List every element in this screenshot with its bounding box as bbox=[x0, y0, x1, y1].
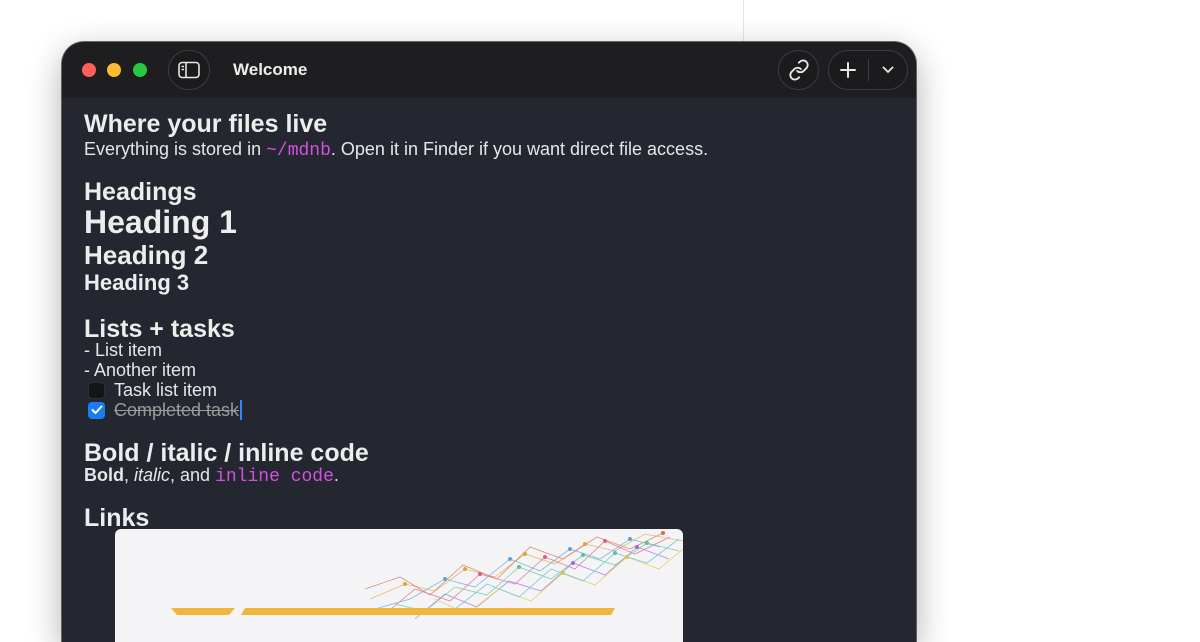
plus-icon bbox=[840, 62, 857, 78]
task-item-completed: Completed task bbox=[84, 400, 243, 420]
task-item: Task list item bbox=[84, 380, 217, 400]
inline-code-text: inline code bbox=[215, 467, 334, 487]
list-item: - List item bbox=[84, 340, 163, 360]
files-path-code: ~/mdnb bbox=[266, 141, 331, 161]
format-period: . bbox=[333, 465, 339, 485]
task-checkbox[interactable] bbox=[88, 381, 105, 399]
format-paragraph: Bold, italic, and inline code. bbox=[84, 465, 339, 487]
task-label: Task list item bbox=[114, 380, 218, 400]
sidebar-toggle-button[interactable] bbox=[168, 50, 210, 90]
title-bar: Welcome bbox=[62, 42, 916, 98]
new-note-button[interactable] bbox=[829, 51, 868, 89]
window-title: Welcome bbox=[233, 60, 308, 79]
format-separator: , bbox=[124, 465, 135, 485]
task-label-completed: Completed task bbox=[114, 400, 240, 420]
headings-heading: Headings bbox=[84, 178, 197, 206]
bold-text: Bold bbox=[84, 465, 124, 485]
files-text: Everything is stored in bbox=[84, 139, 267, 159]
link-preview-image[interactable] bbox=[115, 529, 683, 642]
new-note-button-group bbox=[828, 50, 908, 90]
minimize-window-button[interactable] bbox=[107, 63, 121, 77]
heading-3-sample: Heading 3 bbox=[84, 270, 190, 295]
format-separator: , and bbox=[170, 465, 216, 485]
sidebar-toggle-icon bbox=[178, 61, 200, 79]
app-window: Welcome Where your files live Everything… bbox=[62, 42, 916, 642]
link-icon bbox=[788, 59, 809, 81]
list-item: - Another item bbox=[84, 360, 197, 380]
document-editor[interactable]: Where your files live Everything is stor… bbox=[84, 98, 916, 642]
checkmark-icon bbox=[91, 405, 102, 414]
close-window-button[interactable] bbox=[82, 63, 96, 77]
italic-text: italic bbox=[134, 465, 171, 485]
chevron-down-icon bbox=[882, 66, 894, 73]
background-divider bbox=[743, 0, 744, 44]
format-heading: Bold / italic / inline code bbox=[84, 439, 369, 467]
network-graphic bbox=[171, 531, 683, 620]
heading-1-sample: Heading 1 bbox=[84, 204, 237, 240]
zoom-window-button[interactable] bbox=[133, 63, 147, 77]
copy-link-button[interactable] bbox=[778, 50, 819, 90]
files-text-end: . Open it in Finder if you want direct f… bbox=[330, 139, 709, 159]
files-heading: Where your files live bbox=[84, 110, 328, 138]
new-note-menu-button[interactable] bbox=[868, 51, 907, 89]
heading-2-sample: Heading 2 bbox=[84, 240, 209, 270]
task-checkbox-checked[interactable] bbox=[88, 401, 105, 419]
files-paragraph: Everything is stored in ~/mdnb. Open it … bbox=[84, 139, 708, 161]
text-cursor bbox=[240, 400, 243, 420]
